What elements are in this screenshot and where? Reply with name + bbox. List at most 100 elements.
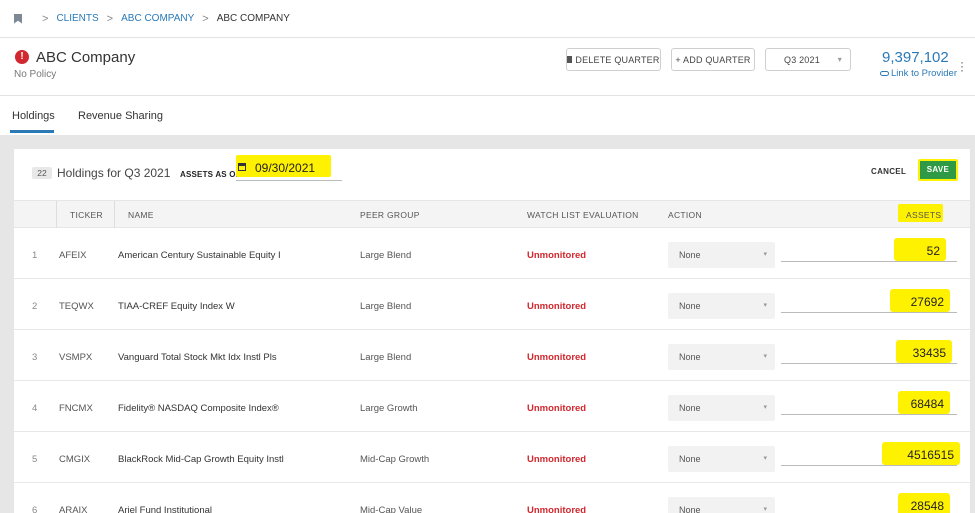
row-assets-input-underline [781,465,957,466]
row-action-value: None [679,505,701,513]
row-assets-input[interactable]: 68484 [902,397,944,411]
row-assets-input-underline [781,414,957,415]
row-index: 1 [32,250,38,261]
tab-revenue-sharing[interactable]: Revenue Sharing [78,110,163,122]
row-action-select[interactable]: None ▾ [668,497,775,513]
column-divider [56,201,57,228]
calendar-icon [238,163,246,171]
row-index: 5 [32,454,38,465]
column-divider [114,201,115,228]
holdings-card-header: 22 Holdings for Q3 2021 ASSETS AS OF 09/… [14,149,970,201]
table-row: 2 TEQWX TIAA-CREF Equity Index W Large Blen… [14,279,970,330]
chevron-right-icon: > [106,12,114,25]
policy-status: No Policy [14,69,57,80]
chevron-down-icon: ▾ [763,506,767,513]
page-header: ! ABC Company No Policy DELETE QUARTER +… [0,38,975,96]
row-peer-group: Large Blend [360,301,412,312]
cancel-button[interactable]: CANCEL [871,167,906,176]
row-assets-input[interactable]: 4516515 [886,448,954,462]
row-action-value: None [679,301,701,311]
row-action-select[interactable]: None ▾ [668,395,775,421]
delete-quarter-button[interactable]: DELETE QUARTER [566,48,661,71]
assets-date-field[interactable]: 09/30/2021 [236,155,342,181]
breadcrumb-current: ABC COMPANY [216,13,290,24]
row-action-value: None [679,454,701,464]
chevron-down-icon: ▾ [837,55,842,64]
row-ticker: TEQWX [59,301,94,312]
row-peer-group: Large Blend [360,250,412,261]
more-options-icon[interactable]: · · · [960,56,964,76]
chevron-down-icon: ▾ [763,302,767,309]
row-fund-name: Vanguard Total Stock Mkt Idx Instl Pls [118,352,277,363]
row-fund-name: American Century Sustainable Equity I [118,250,281,261]
row-action-select[interactable]: None ▾ [668,344,775,370]
row-ticker: AFEIX [59,250,87,261]
row-action-select[interactable]: None ▾ [668,446,775,472]
row-ticker: FNCMX [59,403,93,414]
row-fund-name: TIAA-CREF Equity Index W [118,301,235,312]
column-header-name[interactable]: NAME [128,210,154,220]
row-assets-input[interactable]: 33435 [900,346,946,360]
add-quarter-button[interactable]: + ADD QUARTER [671,48,755,71]
delete-quarter-label: DELETE QUARTER [575,54,660,65]
chevron-right-icon: > [42,12,49,25]
row-assets-input-underline [781,312,957,313]
holdings-title: Holdings for Q3 2021 [57,166,171,180]
row-peer-group: Large Blend [360,352,412,363]
quarter-select[interactable]: Q3 2021 ▾ [765,48,851,71]
table-header: TICKER NAME PEER GROUP WATCH LIST EVALUA… [14,200,970,228]
row-assets-input[interactable]: 52 [898,244,940,258]
active-tab-indicator [10,130,54,133]
row-peer-group: Large Growth [360,403,418,414]
chevron-right-icon: > [202,12,209,25]
chevron-down-icon: ▾ [763,353,767,360]
table-row: 5 CMGIX BlackRock Mid-Cap Growth Equity In… [14,432,970,483]
column-header-ticker[interactable]: TICKER [70,210,103,220]
link-icon [880,71,889,76]
link-to-provider-label: Link to Provider [891,68,958,79]
row-index: 6 [32,505,38,513]
save-button[interactable]: SAVE [918,159,958,181]
row-index: 2 [32,301,38,312]
assets-as-of-label: ASSETS AS OF [180,170,241,179]
tab-bar: Holdings Revenue Sharing [0,96,975,135]
column-header-peer-group[interactable]: PEER GROUP [360,210,420,220]
column-header-assets[interactable]: ASSETS [906,210,941,220]
row-action-value: None [679,250,701,260]
trash-icon [567,56,573,63]
row-action-select[interactable]: None ▾ [668,293,775,319]
row-watch-status: Unmonitored [527,301,587,312]
holdings-count-badge: 22 [32,167,52,179]
row-assets-input[interactable]: 28548 [902,499,944,513]
column-header-watch-list[interactable]: WATCH LIST EVALUATION [527,210,639,220]
breadcrumb-clients[interactable]: CLIENTS [56,13,98,24]
row-fund-name: Ariel Fund Institutional [118,505,212,513]
chevron-down-icon: ▾ [763,404,767,411]
row-fund-name: BlackRock Mid-Cap Growth Equity Instl [118,454,284,465]
row-watch-status: Unmonitored [527,505,587,513]
row-watch-status: Unmonitored [527,403,587,414]
row-ticker: CMGIX [59,454,91,465]
row-assets-input-underline [781,363,957,364]
row-index: 3 [32,352,38,363]
breadcrumb-company[interactable]: ABC COMPANY [121,13,194,24]
row-fund-name: Fidelity® NASDAQ Composite Index® [118,403,279,414]
bookmark-icon[interactable] [14,13,22,24]
row-watch-status: Unmonitored [527,250,587,261]
row-action-value: None [679,352,701,362]
row-assets-input[interactable]: 27692 [894,295,944,309]
row-watch-status: Unmonitored [527,352,587,363]
row-assets-input-underline [781,261,957,262]
row-ticker: ARAIX [59,505,88,513]
breadcrumb: > CLIENTS > ABC COMPANY > ABC COMPANY [0,0,975,38]
row-action-select[interactable]: None ▾ [668,242,775,268]
tab-holdings[interactable]: Holdings [12,110,55,122]
row-watch-status: Unmonitored [527,454,587,465]
table-row: 3 VSMPX Vanguard Total Stock Mkt Idx Instl… [14,330,970,381]
link-to-provider[interactable]: Link to Provider [880,68,957,79]
quarter-select-value: Q3 2021 [784,54,820,65]
assets-date-value: 09/30/2021 [255,161,316,175]
chevron-down-icon: ▾ [763,251,767,258]
column-header-action[interactable]: ACTION [668,210,702,220]
total-assets: 9,397,102 [882,49,949,66]
